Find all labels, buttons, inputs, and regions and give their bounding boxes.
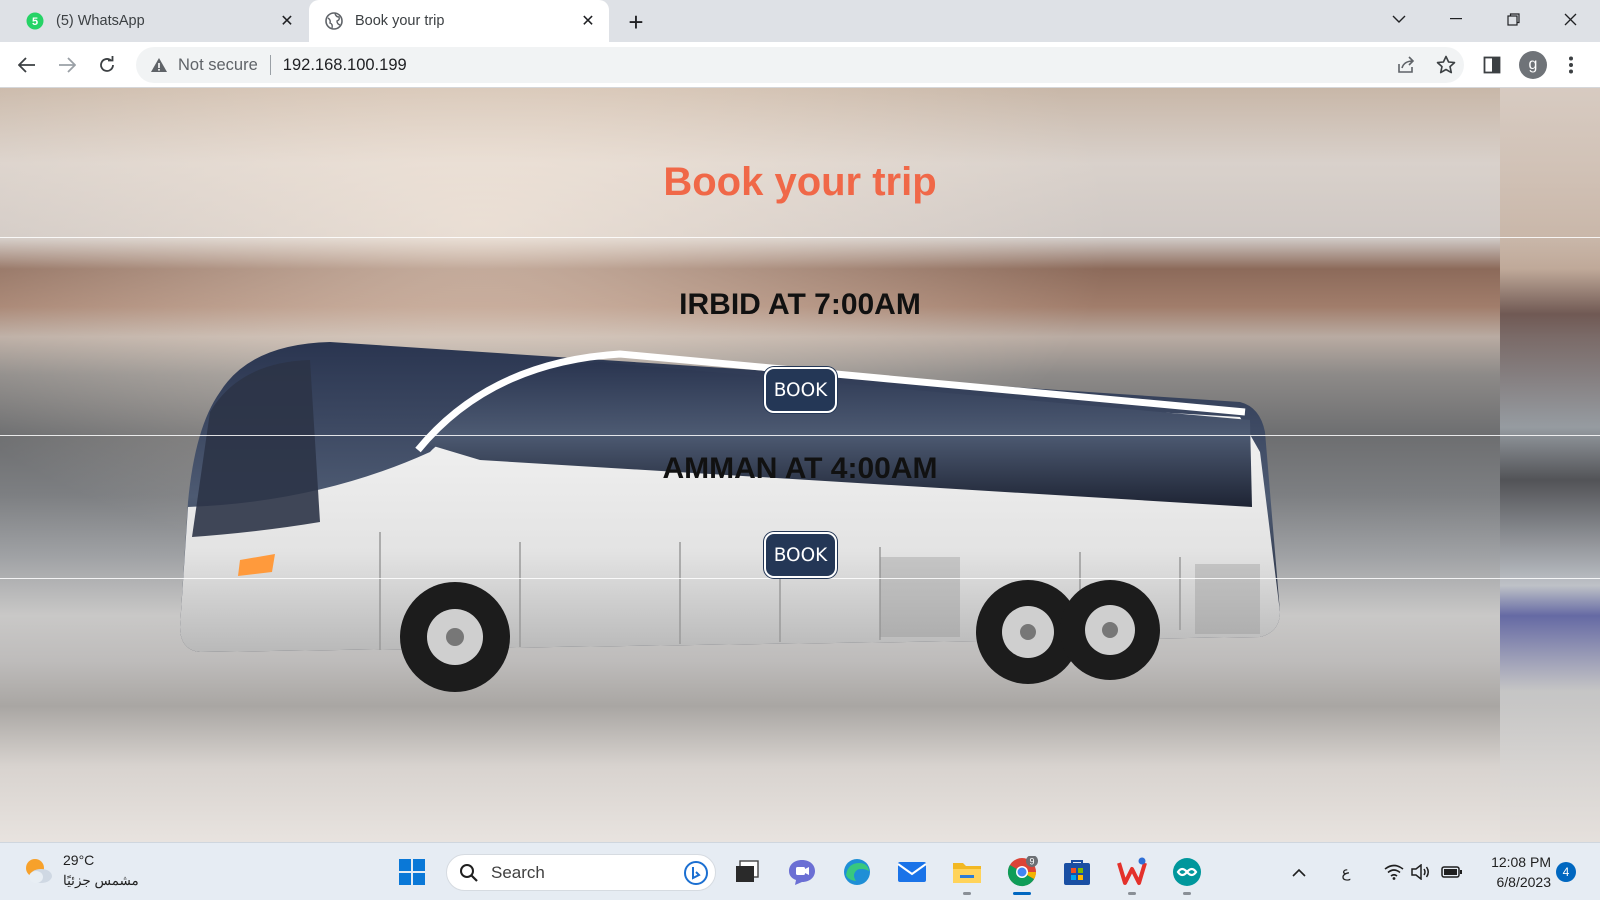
globe-icon (325, 12, 343, 30)
kebab-menu-icon[interactable] (1557, 51, 1585, 79)
chrome-icon[interactable]: 9 (1005, 855, 1039, 889)
page-viewport: Book your trip IRBID AT 7:00AM BOOK AMMA… (0, 88, 1600, 842)
clock-time: 12:08 PM (1491, 854, 1551, 870)
tab-whatsapp[interactable]: 5 (5) WhatsApp ✕ (12, 0, 308, 42)
back-arrow-icon[interactable] (11, 49, 43, 81)
whatsapp-badge: 5 (32, 16, 38, 28)
search-icon (460, 863, 478, 882)
url-text[interactable]: 192.168.100.199 (283, 56, 407, 75)
book-irbid-button[interactable]: BOOK (764, 367, 837, 413)
side-panel-icon[interactable] (1478, 51, 1506, 79)
partly-sunny-icon[interactable] (22, 855, 54, 887)
bus-image (180, 342, 1280, 692)
microsoft-store-icon[interactable] (1060, 855, 1094, 889)
whatsapp-icon: 5 (26, 12, 44, 30)
weather-description[interactable]: مشمس جزئيًا (63, 873, 139, 889)
input-language[interactable]: ع (1334, 843, 1358, 900)
divider (0, 578, 1600, 579)
bookmark-star-icon[interactable] (1432, 51, 1460, 79)
tab-book-your-trip[interactable]: Book your trip ✕ (309, 0, 609, 42)
taskbar: 29°C مشمس جزئيًا Search 9 ع 12:08 PM 6/8… (0, 842, 1600, 900)
show-hidden-icons-chevron-icon[interactable] (1286, 843, 1312, 900)
task-view-icon[interactable] (730, 855, 764, 889)
teams-chat-icon[interactable] (785, 855, 819, 889)
close-window-icon[interactable] (1547, 0, 1593, 38)
file-explorer-icon[interactable] (950, 855, 984, 889)
separator (269, 55, 271, 75)
book-amman-button[interactable]: BOOK (764, 532, 837, 578)
trip-heading-irbid: IRBID AT 7:00AM (679, 288, 921, 321)
warning-icon (151, 58, 167, 72)
active-indicator (1013, 892, 1031, 895)
new-tab-button[interactable]: + (622, 8, 650, 36)
tab-title: (5) WhatsApp (56, 13, 145, 29)
bing-chat-icon[interactable] (683, 860, 709, 886)
taskbar-search[interactable]: Search (446, 854, 716, 891)
address-bar[interactable]: Not secure 192.168.100.199 (136, 47, 1464, 83)
share-icon[interactable] (1392, 51, 1420, 79)
weather-temperature[interactable]: 29°C (63, 852, 94, 868)
close-tab-icon[interactable]: ✕ (575, 8, 601, 34)
restore-icon[interactable] (1490, 0, 1536, 38)
running-indicator (1183, 892, 1191, 895)
search-placeholder: Search (491, 862, 545, 882)
page-title: Book your trip (663, 160, 937, 204)
battery-icon[interactable] (1438, 843, 1466, 900)
running-indicator (963, 892, 971, 895)
tab-search-chevron-icon[interactable] (1376, 0, 1422, 38)
tab-title: Book your trip (355, 13, 445, 29)
wifi-icon[interactable] (1381, 843, 1407, 900)
mail-icon[interactable] (895, 855, 929, 889)
browser-toolbar: Not secure 192.168.100.199 g (0, 42, 1600, 88)
divider (0, 237, 1600, 238)
security-label[interactable]: Not secure (178, 56, 258, 75)
minimize-icon[interactable] (1433, 0, 1479, 38)
notification-badge[interactable]: 4 (1556, 862, 1576, 882)
tab-strip: 5 (5) WhatsApp ✕ Book your trip ✕ + (0, 0, 1600, 42)
chrome-badge: 9 (1029, 857, 1034, 867)
divider (0, 435, 1600, 436)
arduino-icon[interactable] (1170, 855, 1204, 889)
clock-date: 6/8/2023 (1496, 874, 1552, 890)
wps-office-icon[interactable] (1115, 855, 1149, 889)
system-clock[interactable]: 12:08 PM 6/8/2023 (1473, 852, 1551, 892)
trip-heading-amman: AMMAN AT 4:00AM (662, 452, 938, 485)
volume-icon[interactable] (1408, 843, 1434, 900)
profile-avatar[interactable]: g (1519, 51, 1547, 79)
running-indicator (1128, 892, 1136, 895)
reload-icon[interactable] (91, 49, 123, 81)
windows-start-icon[interactable] (395, 855, 429, 889)
forward-arrow-icon[interactable] (51, 49, 83, 81)
edge-browser-icon[interactable] (840, 855, 874, 889)
close-tab-icon[interactable]: ✕ (274, 8, 300, 34)
